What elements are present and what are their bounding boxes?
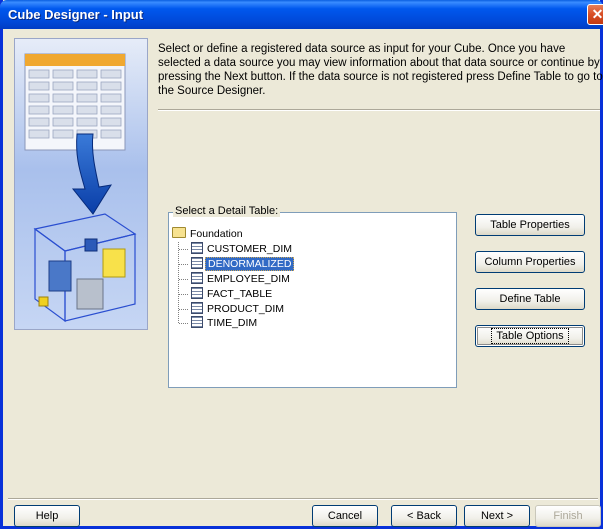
tree-item-foundation[interactable]: Foundation	[172, 227, 245, 242]
tree-item-fact-table[interactable]: FACT_TABLE	[191, 287, 274, 302]
window-title: Cube Designer - Input	[8, 7, 144, 22]
table-options-button[interactable]: Table Options	[475, 325, 585, 347]
detail-table-label: Select a Detail Table:	[173, 205, 281, 217]
table-icon	[191, 242, 203, 254]
table-icon	[191, 257, 203, 269]
wizard-illustration	[14, 38, 148, 330]
tree-connector	[179, 309, 188, 310]
table-options-label: Table Options	[491, 328, 569, 344]
next-button[interactable]: Next >	[464, 505, 530, 527]
title-bar[interactable]: Cube Designer - Input ✕	[0, 0, 603, 29]
table-properties-button[interactable]: Table Properties	[475, 214, 585, 236]
cancel-button[interactable]: Cancel	[312, 505, 378, 527]
tree-connector	[179, 279, 188, 280]
tree-item-label: DENORMALIZED	[205, 257, 295, 271]
tree-connector	[178, 242, 192, 323]
close-icon: ✕	[591, 6, 603, 22]
footer-separator	[8, 498, 598, 500]
tree-connector	[179, 323, 188, 324]
tree-item-employee-dim[interactable]: EMPLOYEE_DIM	[191, 272, 292, 287]
tree-item-customer-dim[interactable]: CUSTOMER_DIM	[191, 242, 294, 257]
instruction-text: Select or define a registered data sourc…	[158, 43, 603, 97]
tree-item-time-dim[interactable]: TIME_DIM	[191, 316, 259, 331]
finish-button[interactable]: Finish	[535, 505, 601, 527]
cube-illustration-icon	[24, 53, 137, 323]
tree-item-label: CUSTOMER_DIM	[207, 243, 292, 255]
table-icon	[191, 287, 203, 299]
table-icon	[191, 302, 203, 314]
back-button[interactable]: < Back	[391, 505, 457, 527]
tree-item-label: Foundation	[190, 228, 243, 240]
column-properties-button[interactable]: Column Properties	[475, 251, 585, 273]
tree-connector	[179, 249, 188, 250]
tree-connector	[179, 294, 188, 295]
table-icon	[191, 316, 203, 328]
close-button[interactable]: ✕	[587, 4, 603, 25]
tree-connector	[179, 264, 188, 265]
tree-item-denormalized[interactable]: DENORMALIZED	[191, 257, 295, 272]
tree-item-label: PRODUCT_DIM	[207, 303, 285, 315]
define-table-button[interactable]: Define Table	[475, 288, 585, 310]
tree-item-product-dim[interactable]: PRODUCT_DIM	[191, 302, 286, 317]
table-icon	[191, 272, 203, 284]
tree-item-label: EMPLOYEE_DIM	[207, 273, 290, 285]
folder-icon	[172, 227, 186, 238]
help-button[interactable]: Help	[14, 505, 80, 527]
tree-item-label: FACT_TABLE	[207, 288, 273, 300]
tree-item-label: TIME_DIM	[207, 317, 258, 329]
header-separator	[158, 109, 600, 111]
